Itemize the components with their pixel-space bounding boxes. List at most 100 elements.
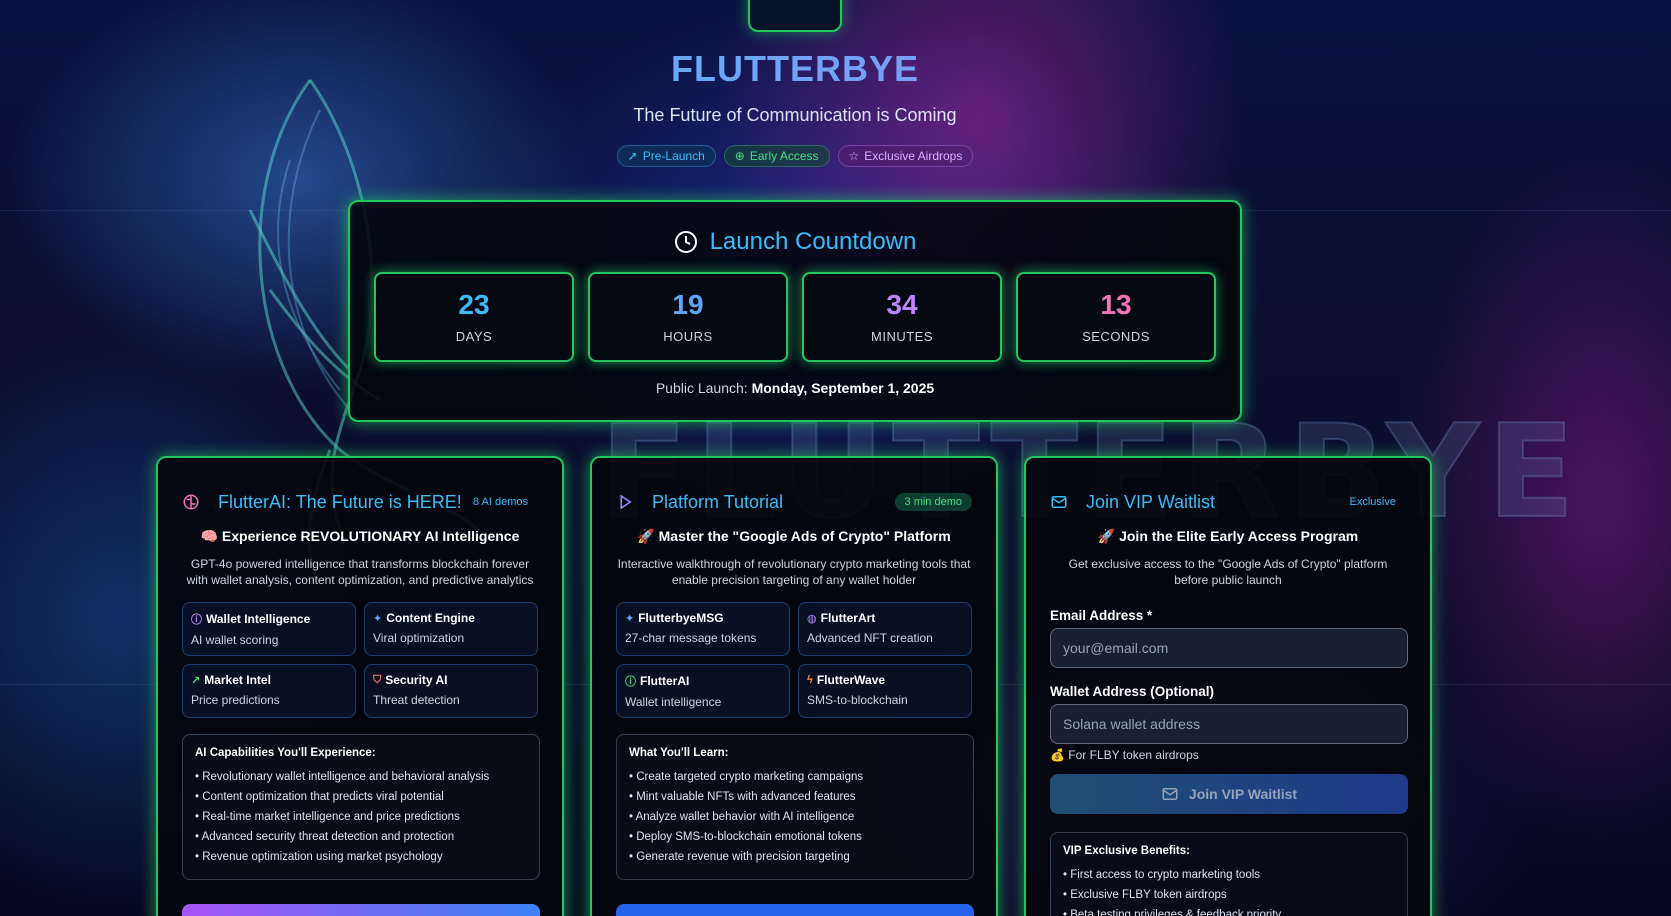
exclusive-badge: Exclusive <box>1349 496 1396 508</box>
countdown-value: 13 <box>1100 288 1132 320</box>
feature-tile: ⓘ FlutterAI Wallet intelligence <box>616 664 790 718</box>
feature-title-text: Wallet Intelligence <box>206 612 311 626</box>
list-item: • Generate revenue with precision target… <box>629 851 850 863</box>
badge-early-access: ⊕ Early Access <box>723 145 830 167</box>
brain-icon <box>182 488 212 516</box>
email-label: Email Address * <box>1050 608 1153 623</box>
wallet-label: Wallet Address (Optional) <box>1050 684 1215 699</box>
countdown-unit-days: 23 DAYS <box>374 272 574 362</box>
feature-title-text: FlutterbyeMSG <box>638 611 724 625</box>
badge-label: Pre-Launch <box>642 149 705 163</box>
list-item: • Create targeted crypto marketing campa… <box>629 771 864 783</box>
logo <box>748 0 842 32</box>
zap-icon: ϟ <box>807 674 813 686</box>
countdown-value: 23 <box>458 288 490 320</box>
feature-title: ↗ Market Intel <box>191 673 347 687</box>
list-item: • Revolutionary wallet intelligence and … <box>195 771 490 783</box>
card-header: Platform Tutorial 3 min demo <box>616 488 972 516</box>
feature-description: Viral optimization <box>373 631 465 645</box>
wallet-address-input[interactable] <box>1050 704 1408 744</box>
list-item: • Beta testing privileges & feedback pri… <box>1063 909 1282 916</box>
feature-description: AI wallet scoring <box>191 633 279 647</box>
brand-title: FLUTTERBYE <box>0 48 1590 90</box>
play-icon <box>616 488 646 516</box>
countdown-label: SECONDS <box>1082 328 1150 344</box>
feature-title-text: FlutterArt <box>820 611 876 625</box>
waitlist-card: Join VIP Waitlist Exclusive 🚀 Join the E… <box>1024 456 1432 916</box>
mail-icon <box>1050 488 1080 516</box>
join-vip-waitlist-button[interactable]: Join VIP Waitlist <box>1050 774 1408 814</box>
card-title: Platform Tutorial <box>652 491 784 512</box>
feature-description: 27-char message tokens <box>625 631 757 645</box>
feature-description: Wallet intelligence <box>625 695 722 709</box>
launch-date-value: Monday, September 1, 2025 <box>751 380 935 396</box>
card-header: Join VIP Waitlist Exclusive <box>1050 488 1406 516</box>
countdown-label: HOURS <box>663 328 713 344</box>
card-title: Join VIP Waitlist <box>1086 491 1216 512</box>
countdown-label: DAYS <box>455 328 493 344</box>
countdown-header: Launch Countdown <box>350 228 1240 256</box>
list-item: • Content optimization that predicts vir… <box>195 791 444 803</box>
feature-title-text: Market Intel <box>204 673 271 687</box>
feature-title: ⓘ Wallet Intelligence <box>191 611 347 627</box>
list-item: • Deploy SMS-to-blockchain emotional tok… <box>629 831 862 843</box>
tutorial-card: Platform Tutorial 3 min demo 🚀 Master th… <box>590 456 998 916</box>
trending-up-icon: ↗ <box>191 674 201 687</box>
list-item: • Revenue optimization using market psyc… <box>195 851 443 863</box>
star-icon: ☆ <box>848 149 860 163</box>
watch-tutorial-button[interactable] <box>616 904 974 916</box>
feature-tile: ✦ FlutterbyeMSG 27-char message tokens <box>616 602 790 656</box>
card-subtitle: 🚀 Join the Elite Early Access Program <box>1097 528 1359 544</box>
countdown-units: 23 DAYS 19 HOURS 34 MINUTES 13 SECONDS <box>374 272 1216 362</box>
learn-list: What You'll Learn: • Create targeted cry… <box>616 734 974 880</box>
countdown-unit-seconds: 13 SECONDS <box>1016 272 1216 362</box>
feature-grid: ⓘ Wallet Intelligence AI wallet scoring ✦ Co… <box>182 602 538 718</box>
feature-tile: ⓘ Wallet Intelligence AI wallet scoring <box>182 602 356 656</box>
brain-icon: ⓘ <box>625 676 636 688</box>
list-item: • Advanced security threat detection and… <box>195 831 455 843</box>
clock-icon <box>674 231 697 253</box>
list-item: • First access to crypto marketing tools <box>1063 869 1261 881</box>
mail-icon <box>1162 788 1178 800</box>
feature-tile: ↗ Market Intel Price predictions <box>182 664 356 718</box>
list-item: • Analyze wallet behavior with AI intell… <box>629 811 855 823</box>
explore-ai-button[interactable] <box>182 904 540 916</box>
sparkles-icon: ✦ <box>625 612 635 625</box>
list-item: • Real-time market intelligence and pric… <box>195 811 460 823</box>
countdown-value: 19 <box>672 288 704 320</box>
demo-duration-badge: 3 min demo <box>894 493 972 511</box>
capabilities-list: AI Capabilities You'll Experience: • Rev… <box>182 734 540 880</box>
launch-prefix: Public Launch: <box>655 380 748 396</box>
countdown-label: MINUTES <box>871 328 933 344</box>
badge-label: Early Access <box>749 149 819 163</box>
button-label: Join VIP Waitlist <box>1188 786 1298 802</box>
card-description: GPT-4o powered intelligence that transfo… <box>186 557 534 587</box>
feature-title: ⛉ Security AI <box>373 673 529 687</box>
palette-icon: ◍ <box>807 612 817 625</box>
feature-title-text: FlutterWave <box>816 673 886 687</box>
list-item: • Exclusive FLBY token airdrops <box>1063 889 1227 901</box>
feature-tile: ✦ Content Engine Viral optimization <box>364 602 538 656</box>
badge-pre-launch: ➚ Pre-Launch <box>616 145 716 167</box>
feature-tile: ◍ FlutterArt Advanced NFT creation <box>798 602 972 656</box>
feature-description: Price predictions <box>191 693 280 707</box>
launch-date: Public Launch: Monday, September 1, 2025 <box>350 380 1240 396</box>
feature-title: ✦ FlutterbyeMSG <box>625 611 781 625</box>
vip-benefits-list: VIP Exclusive Benefits: • First access t… <box>1050 832 1408 916</box>
email-input[interactable] <box>1050 628 1408 668</box>
list-title: What You'll Learn: <box>629 747 729 759</box>
feature-title: ⓘ FlutterAI <box>625 673 781 689</box>
countdown-unit-minutes: 34 MINUTES <box>802 272 1002 362</box>
countdown-panel: Launch Countdown 23 DAYS 19 HOURS 34 MINUTES 1… <box>348 200 1242 422</box>
feature-title-text: Content Engine <box>386 611 475 625</box>
countdown-title: Launch Countdown <box>709 228 917 255</box>
card-description: Interactive walkthrough of revolutionary… <box>617 557 971 587</box>
card-header: FlutterAI: The Future is HERE! 8 AI demo… <box>182 488 538 516</box>
feature-title-text: Security AI <box>385 673 448 687</box>
list-title: VIP Exclusive Benefits: <box>1063 845 1190 857</box>
badge-label: Exclusive Airdrops <box>864 149 963 163</box>
ai-demos-badge: 8 AI demos <box>472 496 528 508</box>
countdown-value: 34 <box>886 288 918 320</box>
list-item: • Mint valuable NFTs with advanced featu… <box>629 791 856 803</box>
card-description: Get exclusive access to the "Google Ads … <box>1068 557 1388 587</box>
